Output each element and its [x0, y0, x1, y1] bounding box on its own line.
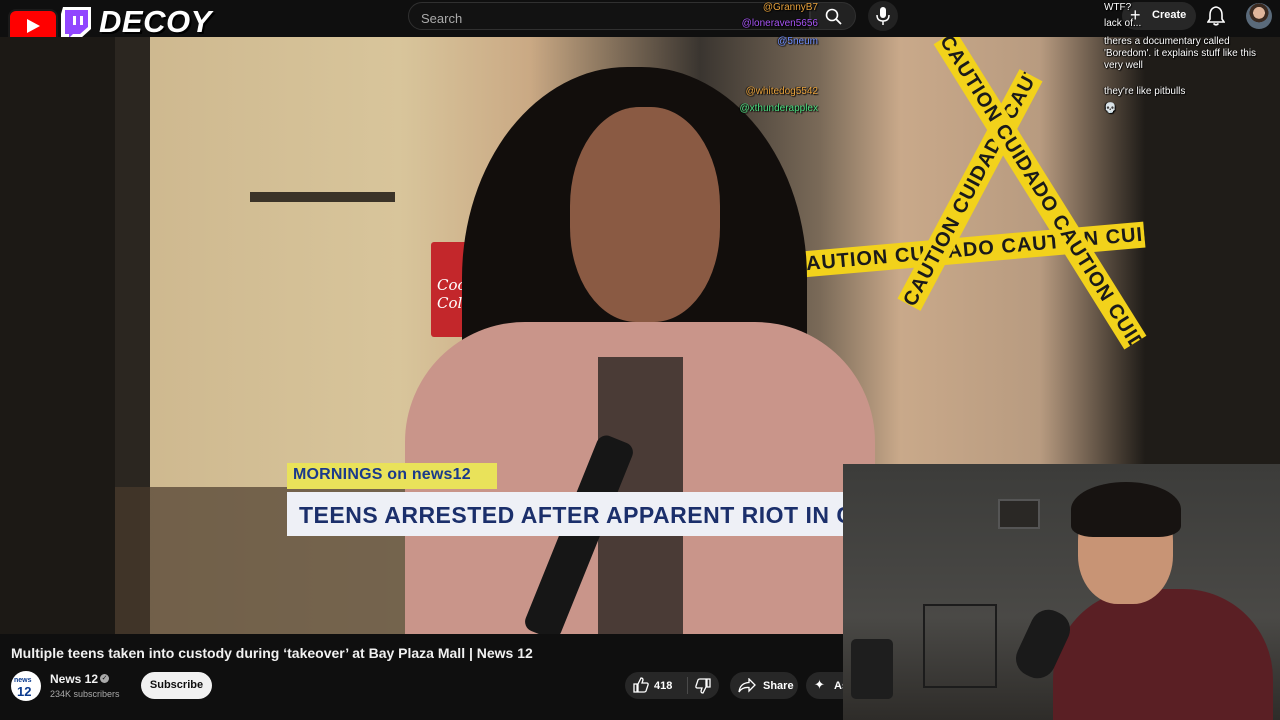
share-button[interactable]: Share [730, 672, 798, 699]
streamer-name: DECOY [99, 4, 212, 39]
search-icon [825, 8, 842, 25]
chat-username: @whitedog5542 [745, 86, 818, 97]
chat-text: 💀 [1104, 103, 1117, 114]
webcam-wall-frame [998, 499, 1040, 529]
channel-avatar-bottom: 12 [17, 684, 32, 699]
chat-username: @5neum [777, 36, 818, 47]
streamer-shirt [1053, 589, 1273, 720]
verified-icon: ✓ [100, 674, 109, 683]
microphone-icon [876, 7, 890, 25]
chat-username: @xthunderapplex [739, 103, 818, 114]
sparkle-icon: ✦ [814, 677, 825, 692]
like-divider [687, 677, 688, 694]
video-title: Multiple teens taken into custody during… [11, 645, 533, 661]
thumbs-up-icon [633, 677, 649, 693]
streamer-hair [1071, 482, 1181, 537]
reporter-face [570, 107, 720, 322]
news-brand-tag: MORNINGS on news12 [287, 463, 497, 489]
share-label: Share [763, 680, 794, 692]
ask-button[interactable]: ✦ Ask [806, 672, 843, 699]
subscribe-button[interactable]: Subscribe [141, 672, 212, 699]
webcam-shelf [923, 604, 997, 688]
subscriber-count: 234K subscribers [50, 689, 120, 699]
news-headline-bar: TEENS ARRESTED AFTER APPARENT RIOT IN C [287, 492, 843, 536]
chat-text: theres a documentary called 'Boredom'. i… [1104, 36, 1257, 71]
news-brand-text: MORNINGS on news12 [293, 466, 471, 483]
like-count: 418 [654, 680, 673, 692]
ask-label: Ask [834, 680, 843, 692]
channel-avatar[interactable]: news 12 [11, 671, 41, 701]
share-icon [738, 678, 756, 693]
chat-username: @loneraven5656 [741, 18, 818, 29]
voice-search-button[interactable] [868, 1, 898, 31]
video-window-frame [250, 192, 395, 202]
news-headline-text: TEENS ARRESTED AFTER APPARENT RIOT IN C [299, 502, 843, 528]
chat-text: they're like pitbulls [1104, 86, 1186, 97]
channel-avatar-top: news [14, 677, 32, 684]
chat-text: WTF? [1104, 2, 1132, 13]
live-chat-overlay: @GrannyB7 WTF? @loneraven5656 lack of...… [739, 0, 1280, 120]
channel-name[interactable]: News 12 [50, 672, 98, 686]
streamer-webcam [843, 464, 1280, 720]
chat-username: @GrannyB7 [762, 2, 818, 13]
like-dislike-group: 418 [625, 672, 719, 699]
like-button[interactable]: 418 [625, 672, 685, 699]
webcam-mug [851, 639, 893, 699]
dislike-button[interactable] [689, 672, 719, 699]
thumbs-down-icon [695, 678, 711, 694]
chat-text: lack of... [1104, 18, 1142, 29]
